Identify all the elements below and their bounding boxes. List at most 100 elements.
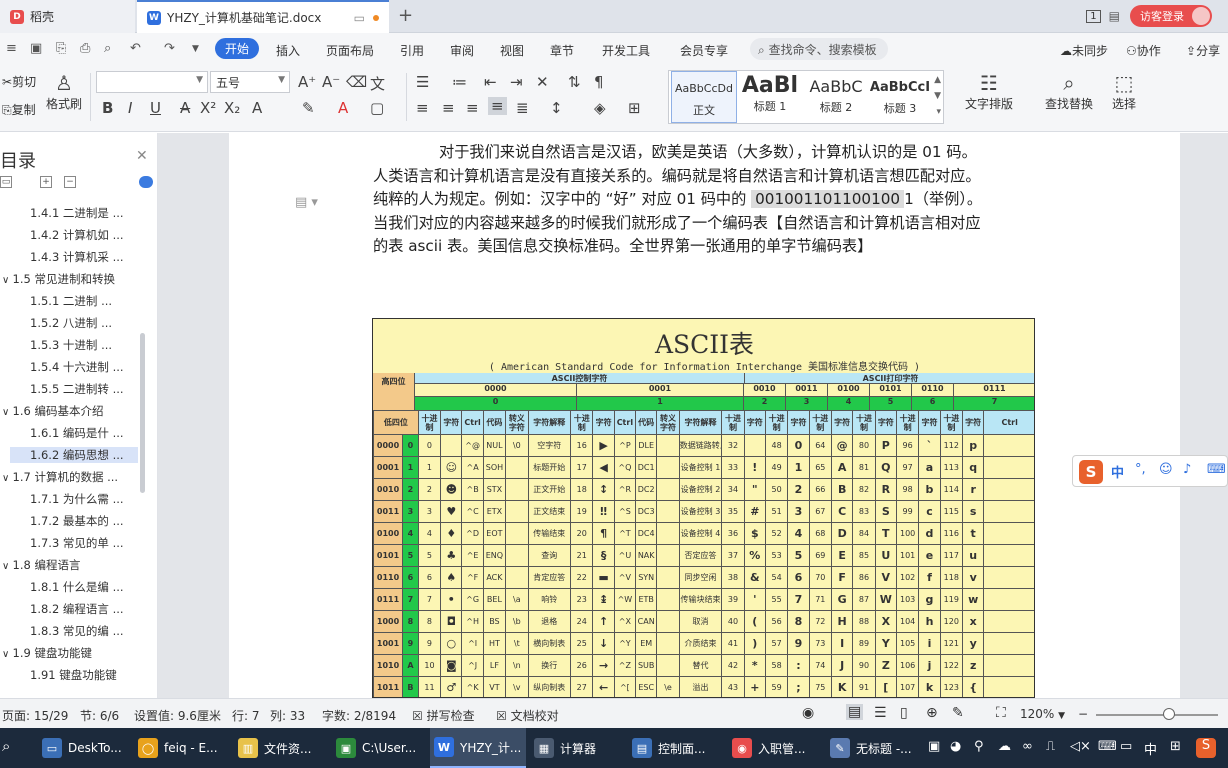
redo-icon[interactable]: ↷ xyxy=(164,41,175,56)
document-paragraph[interactable]: 对于我们来说自然语言是汉语，欧美是英语（大多数），计算机认识的是 01 码。 人… xyxy=(373,141,1041,259)
align-left-icon[interactable]: ≡ xyxy=(416,99,429,117)
toc-item[interactable]: ∨ 1.5 常见进制和转换 xyxy=(0,271,140,287)
strikethrough-icon[interactable]: A xyxy=(180,99,190,117)
taskbar-app[interactable]: ▥ 文件资... xyxy=(234,728,330,768)
number-list-icon[interactable]: ≔ xyxy=(452,73,467,91)
quick-access-dropdown-icon[interactable]: ▼ xyxy=(192,44,199,54)
toc-item[interactable]: 1.7.3 常见的单 ... xyxy=(0,535,140,551)
ime-emoji-icon[interactable]: ☺ xyxy=(1159,462,1173,477)
toc-item[interactable]: 1.5.3 十进制 ... xyxy=(0,337,140,353)
text-layout-button[interactable]: ☷ 文字排版 xyxy=(960,71,1018,112)
tray-link-icon[interactable]: ∞ xyxy=(1022,739,1033,754)
spell-check-button[interactable]: ☒ 拼写检查 xyxy=(412,707,475,724)
chevron-down-icon[interactable]: ∨ xyxy=(2,561,13,572)
ime-toolbar[interactable]: S 中 °, ☺ ♪ ⌨ xyxy=(1072,455,1228,487)
export-icon[interactable]: ⎘ xyxy=(56,41,66,56)
toc-item[interactable]: 1.4.2 计算机如 ... xyxy=(0,227,140,243)
web-view-icon[interactable]: ⊕ xyxy=(926,705,938,721)
toc-item[interactable]: 1.7.1 为什么需 ... xyxy=(0,491,140,507)
select-button[interactable]: ⬚ 选择 xyxy=(1104,71,1144,112)
taskbar-app[interactable]: ◯ feiq - E... xyxy=(134,728,230,768)
toc-item[interactable]: 1.5.2 八进制 ... xyxy=(0,315,140,331)
toc-item[interactable]: 1.6.2 编码思想 ... xyxy=(10,447,138,463)
command-search[interactable]: ⌕ 查找命令、搜索模板 xyxy=(750,38,888,60)
font-size-select[interactable]: 五号 ▼ xyxy=(210,71,290,93)
toc-item[interactable]: 1.5.4 十六进制 ... xyxy=(0,359,140,375)
sort-icon[interactable]: ⇅ xyxy=(568,73,581,91)
menu-view[interactable]: 视图 xyxy=(500,42,524,59)
tray-network-icon[interactable]: ⎍ xyxy=(1046,739,1055,754)
line-spacing-icon[interactable]: ↕ xyxy=(550,99,563,117)
style-heading2[interactable]: AaBbC 标题 2 xyxy=(803,71,869,123)
collaborate-button[interactable]: ⚇协作 xyxy=(1126,42,1161,59)
proofread-button[interactable]: ☒ 文档校对 xyxy=(496,707,559,724)
taskbar-app[interactable]: W YHZY_计... xyxy=(430,728,526,768)
shading-icon[interactable]: ◈ xyxy=(594,99,606,117)
align-right-icon[interactable]: ≡ xyxy=(466,99,479,117)
toc-item[interactable]: 1.8.1 什么是编 ... xyxy=(0,579,140,595)
tray-ime-mode-icon[interactable]: ⊞ xyxy=(1170,739,1181,754)
tray-volume-icon[interactable]: ◁× xyxy=(1070,739,1091,754)
toc-scrollbar[interactable] xyxy=(140,333,145,493)
clear-format-icon[interactable]: ⌫ xyxy=(346,73,367,91)
tray-wechat-icon[interactable]: ◕ xyxy=(950,739,961,754)
borders-icon[interactable]: ⊞ xyxy=(628,99,641,117)
toc-remove-icon[interactable]: − xyxy=(64,176,76,188)
italic-icon[interactable]: I xyxy=(128,99,132,117)
tray-sogou-icon[interactable]: S xyxy=(1196,738,1216,758)
menu-developer[interactable]: 开发工具 xyxy=(602,42,650,59)
tab-home[interactable]: D 稻壳 xyxy=(0,0,135,33)
zoom-level[interactable]: 120% ▼ xyxy=(1020,707,1065,721)
cut-button[interactable]: ✂剪切 xyxy=(2,73,36,90)
taskbar-app[interactable]: ▣ C:\User... xyxy=(332,728,428,768)
toc-item[interactable]: 1.5.1 二进制 ... xyxy=(0,293,140,309)
toc-item[interactable]: ∨ 1.8 编程语言 xyxy=(0,557,140,573)
distribute-icon[interactable]: ≣ xyxy=(516,99,529,117)
indent-icon[interactable]: ⇥ xyxy=(510,73,523,91)
menu-chapter[interactable]: 章节 xyxy=(550,42,574,59)
ime-mic-icon[interactable]: ♪ xyxy=(1183,462,1191,477)
style-scroll-up-icon[interactable]: ▲ xyxy=(934,75,941,85)
taskbar-app[interactable]: ▭ DeskTo... xyxy=(38,728,134,768)
undo-icon[interactable]: ↶ xyxy=(130,41,141,56)
eye-protect-icon[interactable]: ◉ xyxy=(802,705,814,721)
toc-item[interactable]: ∨ 1.6 编码基本介绍 xyxy=(0,403,140,419)
taskbar-app[interactable]: ◉ 入职管... xyxy=(728,728,824,768)
status-page[interactable]: 页面: 15/29 xyxy=(2,707,68,724)
style-scroll-down-icon[interactable]: ▼ xyxy=(934,91,941,101)
sync-status[interactable]: ☁未同步 xyxy=(1060,42,1108,59)
page-indicator[interactable]: 1 xyxy=(1086,9,1101,23)
write-view-icon[interactable]: ✎ xyxy=(952,705,964,721)
tab-screen-icon[interactable]: ▭ xyxy=(354,11,365,25)
preview-icon[interactable]: ⌕ xyxy=(104,41,111,56)
taskbar-app[interactable]: ✎ 无标题 -... xyxy=(826,728,922,768)
chevron-down-icon[interactable]: ∨ xyxy=(2,473,13,484)
toc-options-icon[interactable] xyxy=(139,176,153,188)
zoom-slider-handle[interactable] xyxy=(1163,708,1176,720)
new-tab-button[interactable]: + xyxy=(398,5,413,26)
font-name-select[interactable]: ▼ xyxy=(96,71,208,93)
close-icon[interactable]: ✕ xyxy=(136,148,148,164)
toc-item[interactable]: 1.7.2 最基本的 ... xyxy=(0,513,140,529)
share-button[interactable]: ⇪分享 xyxy=(1186,42,1220,59)
tray-battery-icon[interactable]: ▭ xyxy=(1120,739,1132,754)
menu-layout[interactable]: 页面布局 xyxy=(326,42,374,59)
toc-item[interactable]: 1.8.2 编程语言 ... xyxy=(0,601,140,617)
style-normal[interactable]: AaBbCcDd 正文 xyxy=(671,71,737,123)
menu-member[interactable]: 会员专享 xyxy=(680,42,728,59)
subscript-icon[interactable]: X₂ xyxy=(224,99,240,117)
toc-item[interactable]: 1.4.1 二进制是 ... xyxy=(0,205,140,221)
outline-view-icon[interactable]: ☰ xyxy=(874,705,887,721)
highlight-icon[interactable]: ✎ xyxy=(302,99,315,117)
zoom-out-icon[interactable]: − xyxy=(1078,707,1088,721)
chevron-down-icon[interactable]: ∨ xyxy=(2,407,13,418)
paragraph-menu-icon[interactable]: ▤ ▾ xyxy=(295,195,318,210)
visitor-login-button[interactable]: 访客登录 xyxy=(1130,5,1212,27)
menu-home[interactable]: 开始 xyxy=(215,38,260,59)
show-marks-icon[interactable]: ¶ xyxy=(594,73,604,91)
toc-item[interactable]: ∨ 1.9 键盘功能键 xyxy=(0,645,140,661)
search-icon[interactable]: ⌕ xyxy=(2,737,10,755)
toc-item[interactable]: ∨ 1.7 计算机的数据 ... xyxy=(0,469,140,485)
toc-expand-icon[interactable]: ▭ xyxy=(0,176,12,188)
tab-document[interactable]: W YHZY_计算机基础笔记.docx ▭ xyxy=(137,0,389,33)
